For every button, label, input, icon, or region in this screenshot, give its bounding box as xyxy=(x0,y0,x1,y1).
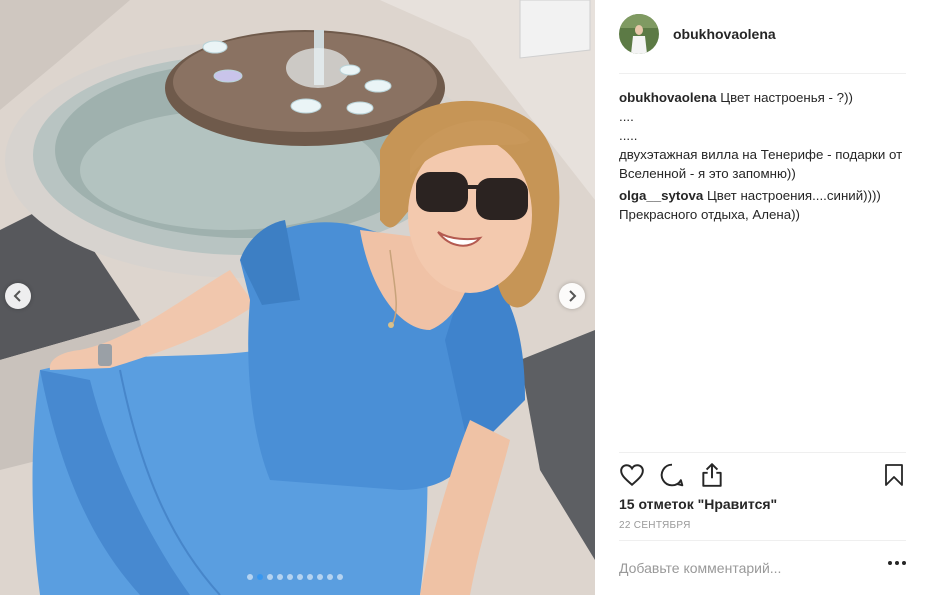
likes-count[interactable]: 15 отметок "Нравится" xyxy=(619,496,777,512)
carousel-dot xyxy=(307,574,313,580)
avatar-image xyxy=(619,14,659,54)
add-comment-bar xyxy=(619,540,906,595)
more-dots-icon xyxy=(902,561,906,565)
comments-list: obukhovaolena Цвет настроенья - ?)) ....… xyxy=(619,88,909,227)
carousel-dot xyxy=(257,574,263,580)
chevron-left-icon xyxy=(13,290,21,302)
avatar[interactable] xyxy=(619,14,659,54)
comment-input[interactable] xyxy=(619,560,869,576)
more-dots-icon xyxy=(895,561,899,565)
caption-line: .... xyxy=(619,109,634,124)
chevron-right-icon xyxy=(569,290,577,302)
carousel-dot xyxy=(327,574,333,580)
post-side-panel: obukhovaolena obukhovaolena Цвет настрое… xyxy=(595,0,927,595)
post-actions xyxy=(619,453,906,501)
bookmark-icon[interactable] xyxy=(882,462,906,488)
more-options-button[interactable] xyxy=(888,561,906,565)
instagram-post: obukhovaolena obukhovaolena Цвет настрое… xyxy=(0,0,927,595)
carousel-dot xyxy=(337,574,343,580)
caption: obukhovaolena Цвет настроенья - ?)) ....… xyxy=(619,88,909,183)
carousel-dot xyxy=(277,574,283,580)
carousel-dot xyxy=(317,574,323,580)
post-actions-area xyxy=(619,452,906,501)
carousel-dot xyxy=(297,574,303,580)
photo-illustration xyxy=(0,0,595,595)
caption-line: двухэтажная вилла на Тенерифе - подарки … xyxy=(619,147,903,181)
caption-line: ..... xyxy=(619,128,638,143)
carousel-dot xyxy=(267,574,273,580)
more-dots-icon xyxy=(888,561,892,565)
heart-icon[interactable] xyxy=(619,462,645,488)
carousel-prev-button[interactable] xyxy=(5,283,31,309)
carousel-indicator xyxy=(247,574,343,580)
carousel-dot xyxy=(287,574,293,580)
caption-author[interactable]: obukhovaolena xyxy=(619,90,717,105)
post-date[interactable]: 22 сентября xyxy=(619,520,691,531)
post-header: obukhovaolena xyxy=(619,14,906,74)
comment-icon[interactable] xyxy=(659,462,685,488)
carousel-next-button[interactable] xyxy=(559,283,585,309)
share-icon[interactable] xyxy=(699,462,725,488)
comment-item: olga__sytova Цвет настроения....синий)))… xyxy=(619,186,909,224)
post-username[interactable]: obukhovaolena xyxy=(673,26,776,42)
comment-author[interactable]: olga__sytova xyxy=(619,188,703,203)
caption-line: Цвет настроенья - ?)) xyxy=(720,90,853,105)
post-photo[interactable] xyxy=(0,0,595,595)
carousel-dot xyxy=(247,574,253,580)
